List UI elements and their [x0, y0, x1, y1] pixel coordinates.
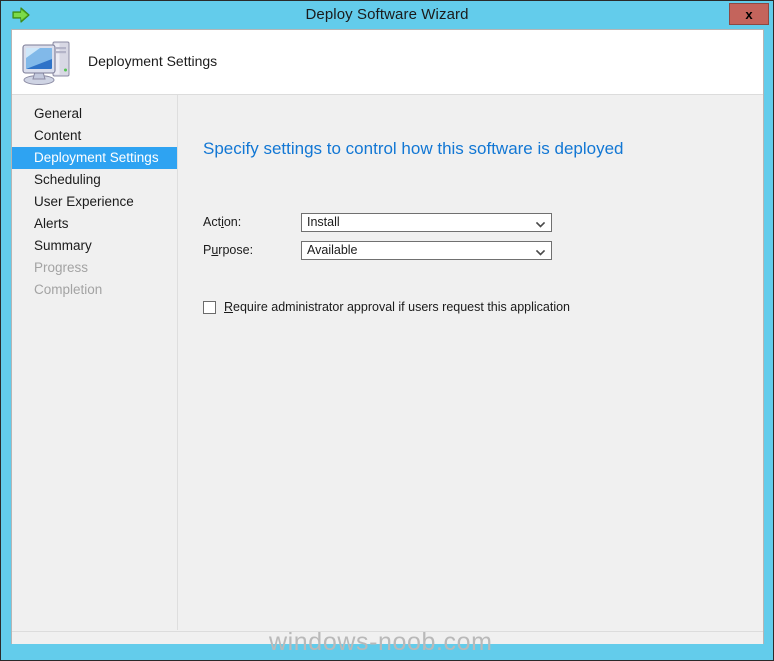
require-approval-checkbox[interactable]: [203, 301, 216, 314]
sidebar-item-completion: Completion: [34, 282, 103, 297]
purpose-dropdown[interactable]: Available: [301, 241, 552, 260]
action-label: Action:: [203, 215, 242, 229]
sidebar-item-deployment-settings[interactable]: Deployment Settings: [12, 147, 177, 169]
sidebar-item-user-experience[interactable]: User Experience: [12, 191, 177, 213]
sidebar-item-content[interactable]: Content: [12, 125, 177, 147]
action-value: Install: [307, 215, 340, 229]
chevron-down-icon: [535, 217, 546, 228]
wizard-banner: Deployment Settings: [12, 30, 763, 95]
watermark: windows-noob.com: [269, 628, 493, 656]
close-button[interactable]: x: [729, 3, 769, 25]
page-heading: Specify settings to control how this sof…: [203, 139, 624, 158]
banner-title: Deployment Settings: [88, 53, 218, 69]
sidebar-item-scheduling[interactable]: Scheduling: [12, 169, 177, 191]
wizard-steps-sidebar: General Content Deployment Settings Sche…: [12, 95, 178, 630]
computer-monitor-icon: [20, 36, 76, 88]
purpose-value: Available: [307, 243, 358, 257]
title-bar: Deploy Software Wizard x: [1, 1, 773, 29]
sidebar-item-alerts[interactable]: Alerts: [12, 213, 177, 235]
chevron-down-icon: [535, 245, 546, 256]
require-approval-label: Require administrator approval if users …: [224, 300, 571, 314]
wizard-window: Deploy Software Wizard x Deployment Sett…: [0, 0, 774, 661]
window-title: Deploy Software Wizard: [305, 6, 469, 23]
wizard-main-pane: Specify settings to control how this sof…: [179, 95, 763, 630]
action-dropdown[interactable]: Install: [301, 213, 552, 232]
wizard-client-area: Deployment Settings General Content Depl…: [11, 29, 764, 644]
sidebar-item-summary[interactable]: Summary: [12, 235, 177, 257]
purpose-label: Purpose:: [203, 243, 254, 257]
sidebar-item-general[interactable]: General: [12, 103, 177, 125]
sidebar-item-progress: Progress: [34, 260, 89, 275]
